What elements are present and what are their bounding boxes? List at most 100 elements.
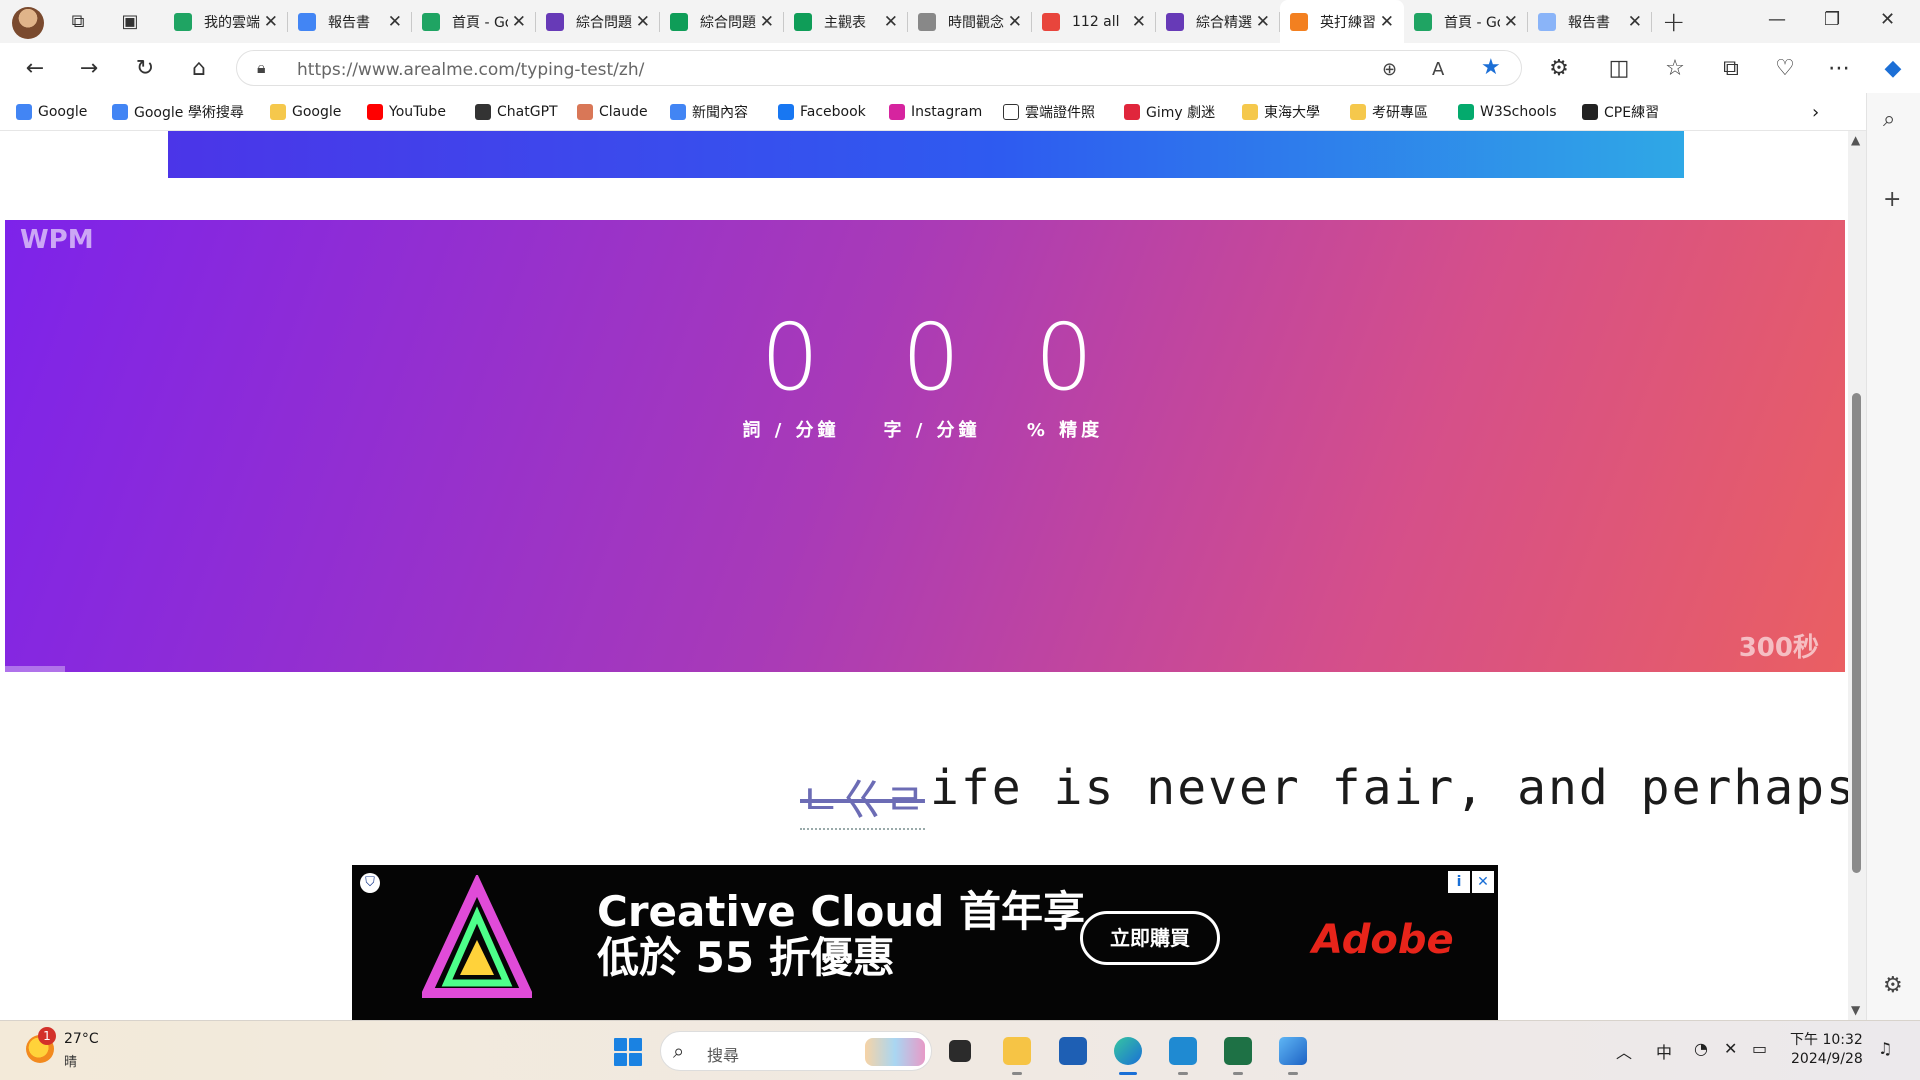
bookmark-item[interactable]: W3Schools bbox=[1458, 102, 1557, 122]
battery-icon[interactable]: ▭ bbox=[1752, 1039, 1767, 1058]
bookmark-item[interactable]: Claude bbox=[577, 102, 648, 122]
url-text[interactable]: https://www.arealme.com/typing-test/zh/ bbox=[297, 60, 644, 80]
favorite-star-icon[interactable]: ★ bbox=[1481, 55, 1501, 80]
browser-tab[interactable]: 綜合問題 ✕ bbox=[536, 0, 660, 43]
bookmark-item[interactable]: 考研專區 bbox=[1350, 102, 1428, 122]
bookmark-item[interactable]: Gimy 劇迷 bbox=[1124, 102, 1215, 122]
start-button[interactable] bbox=[614, 1038, 642, 1066]
sidebar-search-icon[interactable]: ⌕ bbox=[1883, 107, 1895, 132]
collections-icon[interactable]: ⧉ bbox=[1716, 53, 1746, 83]
browser-tab[interactable]: 英打練習 ✕ bbox=[1280, 0, 1404, 43]
browser-tab[interactable]: 112 all ✕ bbox=[1032, 0, 1156, 43]
bookmark-item[interactable]: Google bbox=[270, 102, 341, 122]
weather-condition[interactable]: 晴 bbox=[64, 1051, 77, 1070]
browser-tab[interactable]: 報告書 ✕ bbox=[288, 0, 412, 43]
tray-overflow-chevron-icon[interactable]: ︿ bbox=[1616, 1039, 1632, 1063]
tab-close-icon[interactable]: ✕ bbox=[1380, 12, 1394, 32]
remote-desktop-icon[interactable] bbox=[1055, 1033, 1091, 1069]
bookmark-label: ChatGPT bbox=[497, 104, 558, 120]
wifi-icon[interactable]: ◔ bbox=[1694, 1039, 1708, 1058]
lock-icon[interactable]: 🔒︎ bbox=[257, 58, 266, 78]
tab-close-icon[interactable]: ✕ bbox=[264, 12, 278, 32]
system-clock[interactable]: 下午 10:32 2024/9/28 bbox=[1790, 1031, 1863, 1069]
browser-tab[interactable]: 首頁 - Google 雲端硬碟✕ bbox=[1404, 0, 1528, 43]
ad-close-icon[interactable]: ✕ bbox=[1472, 871, 1494, 893]
tab-close-icon[interactable]: ✕ bbox=[1256, 12, 1270, 32]
typing-area[interactable]: ㄴㄍㄹ ife is never fair, and perhaps it is bbox=[0, 756, 1848, 830]
more-menu-icon[interactable]: ⋯ bbox=[1824, 53, 1854, 83]
browser-essentials-icon[interactable]: ♡ bbox=[1770, 53, 1800, 83]
scroll-thumb[interactable] bbox=[1852, 393, 1861, 873]
tab-close-icon[interactable]: ✕ bbox=[760, 12, 774, 32]
address-bar[interactable]: 🔒︎ https://www.arealme.com/typing-test/z… bbox=[236, 50, 1522, 86]
bookmark-item[interactable]: Google 學術搜尋 bbox=[112, 102, 244, 122]
tab-close-icon[interactable]: ✕ bbox=[1008, 12, 1022, 32]
taskbar-search[interactable]: ⌕ 搜尋 bbox=[660, 1031, 932, 1071]
restore-button[interactable]: ❐ bbox=[1824, 9, 1840, 30]
browser-tab[interactable]: 主觀表 ✕ bbox=[784, 0, 908, 43]
ime-indicator[interactable]: 中 bbox=[1656, 1039, 1672, 1063]
ad-info-icon[interactable]: i bbox=[1448, 871, 1470, 893]
workspaces-icon[interactable]: ⧉ bbox=[66, 10, 90, 32]
browser-tab[interactable]: 綜合精選 ✕ bbox=[1156, 0, 1280, 43]
browser-tab[interactable]: 我的雲端硬碟✕ bbox=[164, 0, 288, 43]
browser-tab[interactable]: 首頁 - Google 雲端硬碟✕ bbox=[412, 0, 536, 43]
notification-bell-icon[interactable]: ♫ bbox=[1878, 1039, 1892, 1058]
favorites-icon[interactable]: ☆ bbox=[1660, 53, 1690, 83]
bookmark-item[interactable]: CPE練習 bbox=[1582, 102, 1659, 122]
file-explorer-icon[interactable] bbox=[999, 1033, 1035, 1075]
reload-button[interactable]: ↻ bbox=[130, 53, 160, 83]
browser-tab[interactable]: 報告書 ✕ bbox=[1528, 0, 1652, 43]
scroll-up-arrow-icon[interactable]: ▲ bbox=[1851, 133, 1860, 147]
tab-close-icon[interactable]: ✕ bbox=[1628, 12, 1642, 32]
read-aloud-icon[interactable]: A bbox=[1432, 59, 1444, 80]
sidebar-add-icon[interactable]: + bbox=[1883, 187, 1901, 212]
photos-icon[interactable] bbox=[1275, 1033, 1311, 1075]
vscode-icon[interactable] bbox=[1165, 1033, 1201, 1075]
home-button[interactable]: ⌂ bbox=[184, 53, 214, 83]
ad-buy-button[interactable]: 立即購買 bbox=[1080, 911, 1220, 965]
temperature[interactable]: 27°C bbox=[64, 1031, 99, 1047]
tab-favicon-icon bbox=[1290, 12, 1308, 31]
metric-accuracy: 0 % 精度 bbox=[985, 312, 1145, 442]
profile-avatar[interactable] bbox=[12, 7, 44, 39]
tab-close-icon[interactable]: ✕ bbox=[636, 12, 650, 32]
tab-list: 我的雲端硬碟✕報告書✕首頁 - Google 雲端硬碟✕綜合問題✕綜合問題✕主觀… bbox=[164, 0, 1652, 43]
scroll-down-arrow-icon[interactable]: ▼ bbox=[1851, 1003, 1860, 1017]
time-progress-bar bbox=[5, 666, 65, 672]
bookmark-item[interactable]: YouTube bbox=[367, 102, 446, 122]
tab-close-icon[interactable]: ✕ bbox=[884, 12, 898, 32]
zoom-icon[interactable]: ⊕ bbox=[1382, 59, 1397, 80]
tab-close-icon[interactable]: ✕ bbox=[388, 12, 402, 32]
excel-icon[interactable] bbox=[1220, 1033, 1256, 1075]
split-screen-icon[interactable]: ◫ bbox=[1604, 53, 1634, 83]
new-tab-button[interactable]: + bbox=[1662, 5, 1685, 38]
task-view-icon[interactable] bbox=[942, 1033, 978, 1069]
bookmark-label: 考研專區 bbox=[1372, 105, 1428, 121]
sidebar-settings-icon[interactable]: ⚙ bbox=[1883, 973, 1903, 998]
tab-close-icon[interactable]: ✕ bbox=[1504, 12, 1518, 32]
advertisement-banner[interactable]: ⛉ Creative Cloud 首年享 低於 55 折優惠 立即購買 Adob… bbox=[352, 865, 1498, 1020]
tab-close-icon[interactable]: ✕ bbox=[512, 12, 526, 32]
edge-browser-icon[interactable] bbox=[1110, 1033, 1146, 1075]
copilot-icon[interactable]: ◆ bbox=[1878, 53, 1908, 83]
browser-tab[interactable]: 綜合問題 ✕ bbox=[660, 0, 784, 43]
bookmark-item[interactable]: Facebook bbox=[778, 102, 866, 122]
extensions-icon[interactable]: ⚙ bbox=[1544, 53, 1574, 83]
tab-actions-icon[interactable]: ▣ bbox=[118, 10, 142, 32]
page-scrollbar[interactable]: ▲ ▼ bbox=[1848, 131, 1866, 1020]
back-button[interactable]: ← bbox=[20, 53, 50, 83]
bookmark-item[interactable]: ChatGPT bbox=[475, 102, 558, 122]
bookmark-item[interactable]: 東海大學 bbox=[1242, 102, 1320, 122]
speaker-muted-icon[interactable]: ✕ bbox=[1724, 1039, 1737, 1058]
bookmark-item[interactable]: 雲端證件照 bbox=[1003, 102, 1095, 122]
close-window-button[interactable]: ✕ bbox=[1880, 9, 1895, 30]
forward-button[interactable]: → bbox=[74, 53, 104, 83]
bookmark-item[interactable]: Instagram bbox=[889, 102, 982, 122]
bookmark-item[interactable]: Google bbox=[16, 102, 87, 122]
tab-close-icon[interactable]: ✕ bbox=[1132, 12, 1146, 32]
bookmark-item[interactable]: 新聞內容 bbox=[670, 102, 748, 122]
bookmarks-overflow-chevron-icon[interactable]: › bbox=[1812, 102, 1819, 123]
browser-tab[interactable]: 時間觀念 ✕ bbox=[908, 0, 1032, 43]
minimize-button[interactable]: — bbox=[1768, 9, 1786, 30]
